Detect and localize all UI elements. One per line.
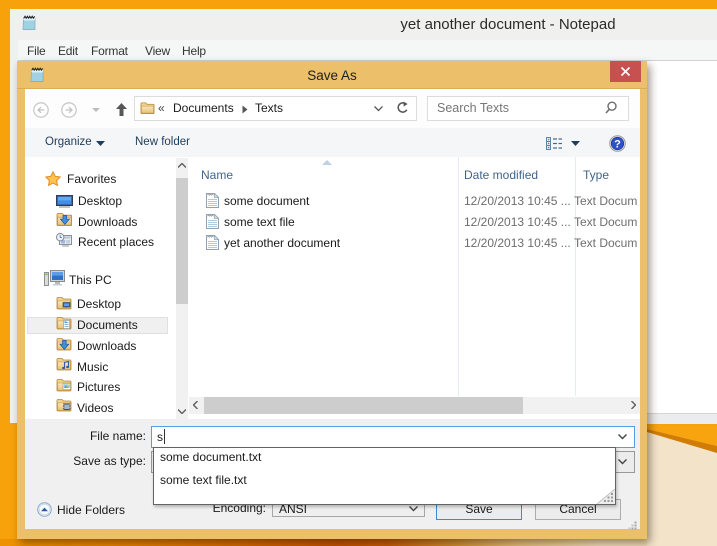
svg-text:?: ? [614, 139, 621, 151]
